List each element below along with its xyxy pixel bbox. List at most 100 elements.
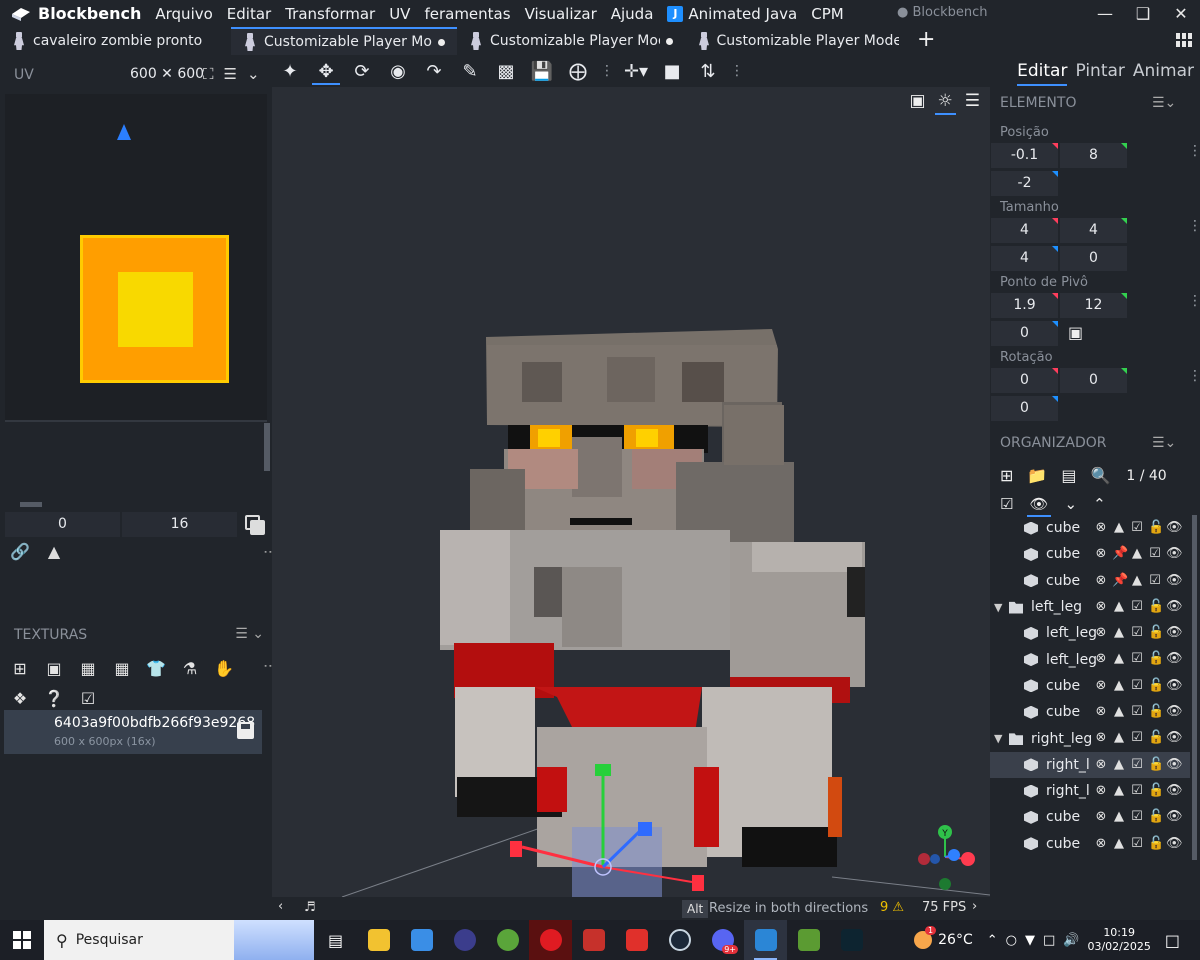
shade-toggle-icon[interactable]: ▲ — [1130, 573, 1144, 588]
clapper-icon[interactable]: ▩ — [488, 56, 524, 86]
lock-icon[interactable]: 🔓 — [1148, 599, 1164, 614]
size-x-field[interactable]: 4 — [991, 218, 1058, 243]
lock-icon[interactable]: 🔓 — [1148, 651, 1164, 666]
size-y-field[interactable]: 4 — [1060, 218, 1127, 243]
select-toggle-icon[interactable]: ☑ — [1130, 757, 1144, 772]
rotation-x-field[interactable]: 0 — [991, 368, 1058, 393]
opera-icon[interactable] — [529, 920, 572, 960]
sidebar-toggle-chevron-icon[interactable]: ‹ — [278, 899, 283, 914]
texture-folder-icon[interactable]: ▦ — [78, 658, 98, 678]
export-toggle-icon[interactable]: ⊗ — [1094, 520, 1108, 535]
shade-toggle-icon[interactable]: ▲ — [1112, 836, 1126, 851]
tab-cpm-2[interactable]: Customizable Player Models — [457, 27, 685, 55]
add-texture-icon[interactable]: ⊞ — [10, 658, 30, 678]
position-x-field[interactable]: -0.1 — [991, 143, 1058, 168]
pivot-x-field[interactable]: 1.9 — [991, 293, 1058, 318]
search-icon[interactable]: 🔍 — [1090, 466, 1110, 485]
visibility-eye-icon[interactable]: 👁 — [1166, 704, 1183, 719]
terminal-icon[interactable] — [830, 920, 873, 960]
shade-toggle-icon[interactable]: ▲ — [1112, 809, 1126, 824]
export-toggle-icon[interactable]: ⊗ — [1094, 678, 1108, 693]
select-toggle-icon[interactable]: ☑ — [1130, 625, 1144, 640]
visibility-eye-icon[interactable]: 👁 — [1166, 546, 1183, 561]
outliner-item[interactable]: cube ⊗ ▲ ☑ 🔓 👁 — [990, 673, 1190, 699]
select-toggle-icon[interactable]: ☑ — [1130, 651, 1144, 666]
start-button[interactable] — [0, 920, 44, 960]
visibility-eye-icon[interactable]: 👁 — [1166, 757, 1183, 772]
pin-icon[interactable]: 📌 — [1112, 573, 1128, 588]
swap-icon[interactable]: ⇅ — [690, 56, 726, 86]
maximize-button[interactable]: ❑ — [1124, 0, 1162, 27]
menu-cpm[interactable]: CPM — [811, 5, 843, 23]
task-view-icon[interactable]: ▤ — [314, 920, 357, 960]
blockbench-taskbar-icon[interactable] — [744, 920, 787, 960]
lock-icon[interactable]: 🔓 — [1148, 678, 1164, 693]
shade-toggle-icon[interactable]: ▲ — [1112, 651, 1126, 666]
new-tab-button[interactable]: + — [917, 27, 935, 55]
outliner-item[interactable]: cube ⊗ ▲ ☑ 🔓 👁 — [990, 699, 1190, 725]
xbox-icon[interactable] — [486, 920, 529, 960]
lock-icon[interactable]: 🔓 — [1148, 520, 1164, 535]
texture-grid-icon[interactable]: ▦ — [112, 658, 132, 678]
shade-toggle-icon[interactable]: ▲ — [1130, 546, 1144, 561]
shade-toggle-icon[interactable]: ▲ — [1112, 730, 1126, 745]
import-texture-icon[interactable]: ▣ — [44, 658, 64, 678]
visibility-eye-icon[interactable]: 👁 — [1166, 573, 1183, 588]
add-cube-icon[interactable]: ⊞ — [1000, 466, 1013, 485]
menu-arquivo[interactable]: Arquivo — [155, 5, 212, 23]
select-toggle-icon[interactable]: ☑ — [1130, 599, 1144, 614]
visibility-eye-icon[interactable]: 👁 — [1166, 520, 1183, 535]
more-options-icon[interactable]: ⋮ — [1188, 144, 1200, 158]
visibility-eye-icon[interactable]: 👁 — [1166, 783, 1183, 798]
shade-toggle-icon[interactable]: ▲ — [1112, 599, 1126, 614]
expand-chevron-icon[interactable]: ⌄ — [1065, 495, 1078, 513]
select-toggle-icon[interactable]: ☑ — [1130, 520, 1144, 535]
uv-face-inner[interactable] — [118, 272, 193, 347]
paint-brush-icon[interactable]: ⚗ — [180, 658, 200, 678]
pivot-y-field[interactable]: 12 — [1060, 293, 1127, 318]
menu-ferramentas[interactable]: feramentas — [424, 5, 510, 23]
panel-menu-icon[interactable]: ☰⌄ — [1152, 95, 1176, 111]
outliner-item[interactable]: cube ⊗ ▲ ☑ 🔓 👁 — [990, 515, 1190, 541]
axis-gizmo[interactable]: Y — [910, 822, 980, 892]
visibility-eye-icon[interactable]: 👁 — [1166, 625, 1183, 640]
steam-icon[interactable] — [658, 920, 701, 960]
export-toggle-icon[interactable]: ⊗ — [1094, 573, 1108, 588]
add-icon[interactable]: ⨁ — [560, 56, 596, 86]
export-toggle-icon[interactable]: ⊗ — [1094, 704, 1108, 719]
size-z-field[interactable]: 4 — [991, 246, 1058, 271]
lock-icon[interactable]: 🔓 — [1148, 783, 1164, 798]
pin-icon[interactable]: 📌 — [1112, 546, 1128, 561]
menu-transformar[interactable]: Transformar — [285, 5, 375, 23]
inflate-field[interactable]: 0 — [1060, 246, 1127, 271]
pivot-z-field[interactable]: 0 — [991, 321, 1058, 346]
select-toggle-icon[interactable]: ☑ — [1130, 809, 1144, 824]
mode-pintar[interactable]: Pintar — [1075, 61, 1124, 81]
shade-toggle-icon[interactable]: ▲ — [1112, 678, 1126, 693]
select-toggle-icon[interactable]: ☑ — [1130, 783, 1144, 798]
outliner-item[interactable]: left_leg ⊗ ▲ ☑ 🔓 👁 — [990, 646, 1190, 672]
visibility-eye-icon[interactable]: 👁 — [1027, 495, 1051, 517]
visibility-eye-icon[interactable]: 👁 — [1166, 599, 1183, 614]
export-toggle-icon[interactable]: ⊗ — [1094, 651, 1108, 666]
bounding-box-icon[interactable]: ■ — [654, 56, 690, 86]
lock-icon[interactable]: 🔓 — [1148, 625, 1164, 640]
select-toggle-icon[interactable]: ☑ — [1130, 678, 1144, 693]
file-explorer-icon[interactable] — [357, 920, 400, 960]
mode-editar[interactable]: Editar — [1017, 61, 1068, 86]
outliner-item[interactable]: left_leg ⊗ ▲ ☑ 🔓 👁 — [990, 620, 1190, 646]
export-toggle-icon[interactable]: ⊗ — [1094, 625, 1108, 640]
select-toggle-icon[interactable]: ☑ — [1148, 573, 1162, 588]
link-icon[interactable]: 🔗 — [10, 542, 30, 561]
position-y-field[interactable]: 8 — [1060, 143, 1127, 168]
taskbar-search[interactable]: ⚲ Pesquisar — [44, 920, 314, 960]
export-toggle-icon[interactable]: ⊗ — [1094, 546, 1108, 561]
panel-menu-icon[interactable]: ☰ — [224, 65, 237, 83]
network-icon[interactable]: □ — [1043, 933, 1055, 948]
visibility-eye-icon[interactable]: 👁 — [1166, 651, 1183, 666]
lock-icon[interactable]: 🔓 — [1148, 757, 1164, 772]
visibility-eye-icon[interactable]: 👁 — [1166, 836, 1183, 851]
pivot-tool-icon[interactable]: ◉ — [380, 56, 416, 86]
collapse-chevron-icon[interactable]: ⌄ — [247, 65, 260, 83]
export-toggle-icon[interactable]: ⊗ — [1094, 783, 1108, 798]
